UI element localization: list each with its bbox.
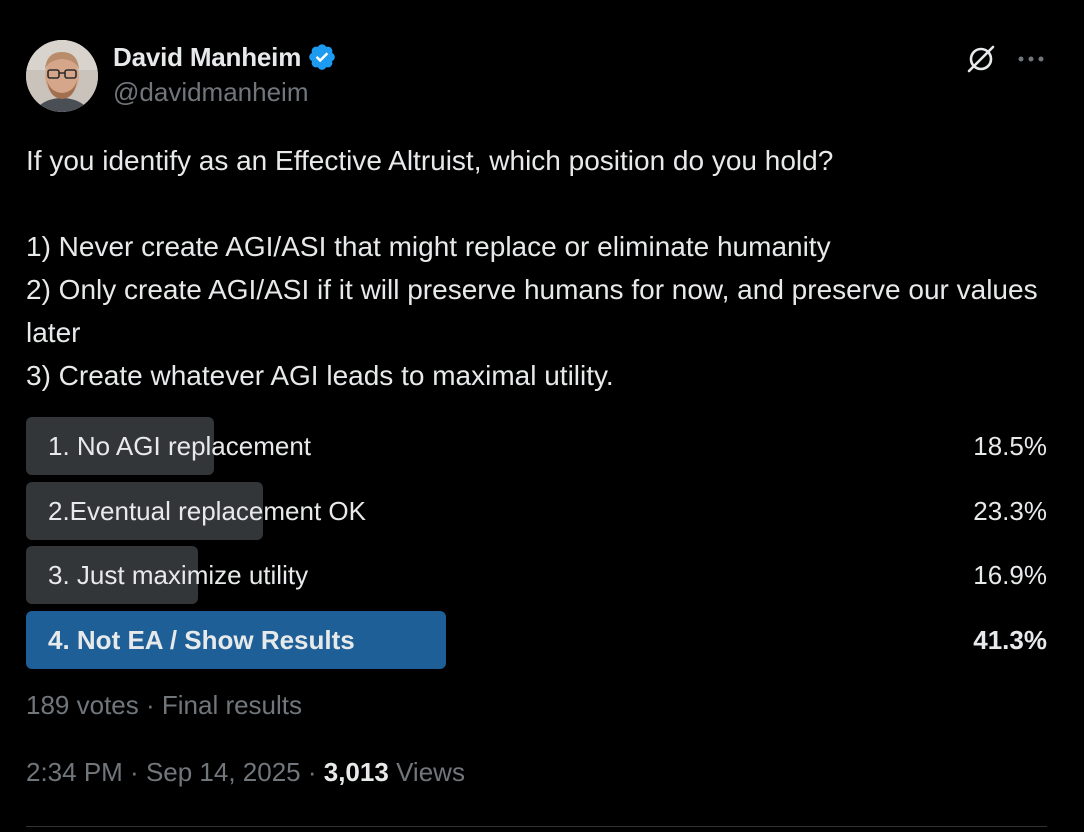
tweet-text-line: If you identify as an Effective Altruist… xyxy=(26,145,834,176)
poll-option-1[interactable]: 1. No AGI replacement 18.5% xyxy=(26,417,1047,475)
views-label: Views xyxy=(396,757,465,787)
verified-badge-icon[interactable] xyxy=(307,42,337,72)
poll-option-4[interactable]: 4. Not EA / Show Results 41.3% xyxy=(26,610,1047,669)
poll-option-3[interactable]: 3. Just maximize utility 16.9% xyxy=(26,546,1047,604)
poll-option-label: 1. No AGI replacement xyxy=(48,431,312,461)
tweet-timestamp-link[interactable]: 2:34 PM · Sep 14, 2025 xyxy=(26,757,301,787)
avatar[interactable] xyxy=(26,40,98,112)
poll-meta: 189 votes · Final results xyxy=(26,690,302,721)
author-name-row[interactable]: David Manheim xyxy=(113,40,337,74)
views-link[interactable]: 3,013 Views xyxy=(324,757,465,787)
separator: · xyxy=(300,757,324,787)
poll-option-percent: 41.3% xyxy=(973,624,1047,655)
tweet-detail: David Manheim @davidmanheim If you ident… xyxy=(0,0,1084,832)
tweet-metadata: 2:34 PM · Sep 14, 2025 · 3,013 Views xyxy=(26,757,465,788)
poll-option-label: 2.Eventual replacement OK xyxy=(48,495,366,526)
tweet-time: 2:34 PM xyxy=(26,757,123,787)
tweet-date: Sep 14, 2025 xyxy=(145,757,301,787)
poll-votes-count: 189 votes xyxy=(26,690,139,720)
poll-option-label: 3. Just maximize utility xyxy=(48,560,309,590)
divider xyxy=(26,826,1047,827)
separator: · xyxy=(138,690,162,720)
poll-option-2[interactable]: 2.Eventual replacement OK 23.3% xyxy=(26,481,1047,540)
poll-status: Final results xyxy=(161,690,303,720)
separator: · xyxy=(122,757,146,787)
tweet-text-line xyxy=(26,182,1046,225)
author-handle[interactable]: @davidmanheim xyxy=(113,77,308,108)
poll-option-percent: 23.3% xyxy=(973,495,1047,526)
poll: 1. No AGI replacement 18.5% 2.Eventual r… xyxy=(26,417,1047,675)
views-count: 3,013 xyxy=(323,757,389,787)
grok-icon[interactable] xyxy=(964,42,998,76)
tweet-text-line: 1) Never create AGI/ASI that might repla… xyxy=(26,231,831,262)
poll-option-label: 4. Not EA / Show Results xyxy=(48,624,355,655)
poll-option-percent: 18.5% xyxy=(973,431,1047,461)
more-horizontal-icon[interactable] xyxy=(1014,42,1048,76)
tweet-text-line: 3) Create whatever AGI leads to maximal … xyxy=(26,360,614,391)
tweet-text: If you identify as an Effective Altruist… xyxy=(26,139,1046,397)
poll-option-percent: 16.9% xyxy=(973,560,1047,590)
tweet-text-line: 2) Only create AGI/ASI if it will preser… xyxy=(26,274,1046,348)
author-display-name[interactable]: David Manheim xyxy=(113,42,301,73)
